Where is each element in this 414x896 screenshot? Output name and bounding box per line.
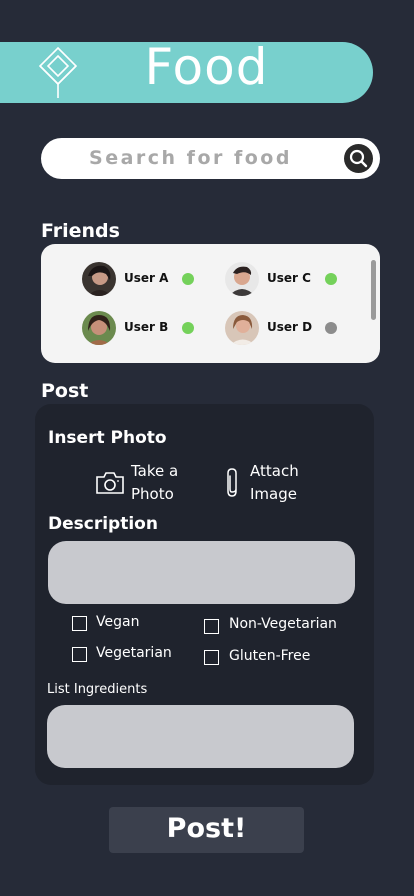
friend-item-user-c[interactable]: User C xyxy=(225,262,345,296)
non-vegetarian-label: Non-Vegetarian xyxy=(229,616,337,632)
vegan-checkbox[interactable] xyxy=(72,616,87,631)
friend-name: User A xyxy=(124,271,169,285)
non-vegetarian-checkbox[interactable] xyxy=(204,619,219,634)
gluten-free-label: Gluten-Free xyxy=(229,648,311,664)
avatar xyxy=(82,311,116,345)
post-button[interactable]: Post! xyxy=(109,807,304,853)
friends-list: User A User C User B User D xyxy=(41,244,380,363)
vegetarian-checkbox[interactable] xyxy=(72,647,87,662)
status-online-dot xyxy=(182,273,194,285)
app-header: Food xyxy=(0,38,373,103)
take-photo-label-line2: Photo xyxy=(131,485,174,503)
friend-name: User B xyxy=(124,320,169,334)
friend-item-user-d[interactable]: User D xyxy=(225,311,345,345)
post-form: Insert Photo Take a Photo Attach Image D… xyxy=(35,404,374,785)
insert-photo-title: Insert Photo xyxy=(48,428,167,448)
search-input[interactable]: Search for food xyxy=(41,147,340,169)
app-title: Food xyxy=(144,38,269,96)
attach-image-button[interactable]: Attach Image xyxy=(225,459,335,507)
friends-scrollbar[interactable] xyxy=(371,260,376,320)
avatar xyxy=(82,262,116,296)
friend-name: User D xyxy=(267,320,313,334)
camera-icon xyxy=(96,472,124,494)
vegetarian-label: Vegetarian xyxy=(96,645,172,661)
status-offline-dot xyxy=(325,322,337,334)
gluten-free-checkbox[interactable] xyxy=(204,650,219,665)
status-online-dot xyxy=(325,273,337,285)
description-field[interactable] xyxy=(48,541,355,604)
status-online-dot xyxy=(182,322,194,334)
take-photo-label-line1: Take a xyxy=(131,462,179,480)
friend-item-user-a[interactable]: User A xyxy=(82,262,202,296)
attach-image-label-line2: Image xyxy=(250,485,297,503)
search-button[interactable] xyxy=(344,144,373,173)
ingredients-label: List Ingredients xyxy=(47,682,148,697)
avatar xyxy=(225,311,259,345)
friend-name: User C xyxy=(267,271,311,285)
friends-title: Friends xyxy=(41,220,120,242)
post-title: Post xyxy=(41,380,89,402)
description-title: Description xyxy=(48,514,158,534)
search-icon xyxy=(349,149,368,168)
paperclip-icon xyxy=(227,468,237,497)
take-photo-button[interactable]: Take a Photo xyxy=(93,459,203,507)
ingredients-field[interactable] xyxy=(47,705,354,768)
search-bar[interactable]: Search for food xyxy=(41,138,380,179)
friend-item-user-b[interactable]: User B xyxy=(82,311,202,345)
attach-image-label-line1: Attach xyxy=(250,462,299,480)
avatar xyxy=(225,262,259,296)
vegan-label: Vegan xyxy=(96,614,140,630)
